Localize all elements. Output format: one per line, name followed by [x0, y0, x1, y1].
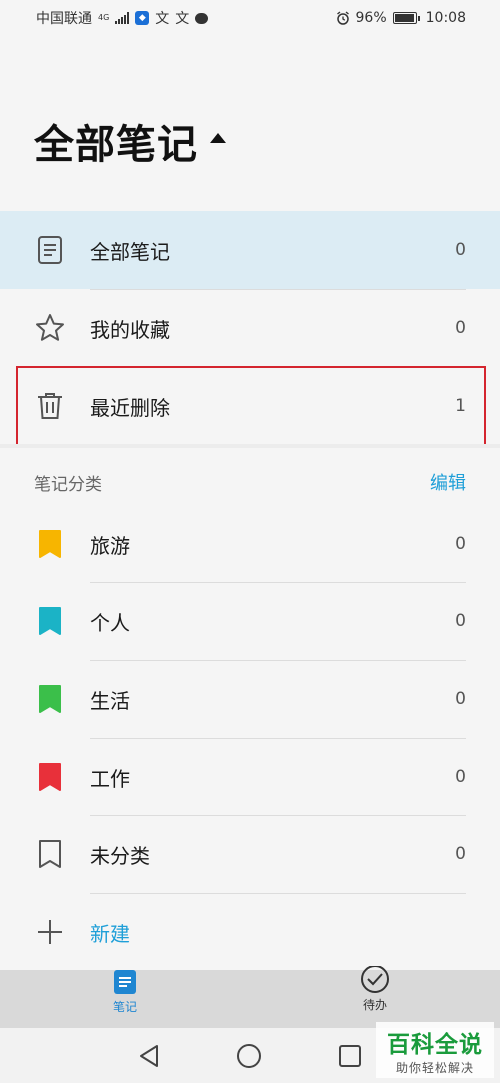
section-separator	[0, 444, 500, 448]
new-category-button[interactable]: 新建	[0, 893, 500, 971]
section-title: 笔记分类	[34, 475, 102, 495]
category-count: 0	[455, 767, 466, 787]
new-category-label: 新建	[90, 921, 130, 946]
category-item-work[interactable]: 工作 0	[0, 738, 500, 816]
battery-percent: 96%	[355, 10, 387, 26]
category-count: 0	[455, 534, 466, 554]
status-bar: 中国联通 4G ◆ 文 文 96% 10:08	[0, 0, 500, 36]
bookmark-yellow-icon	[34, 528, 66, 560]
back-icon[interactable]	[138, 1044, 160, 1068]
ime-icon: 文	[175, 11, 190, 27]
network-type-label: 4G	[98, 13, 110, 22]
watermark-subtitle: 助你轻松解决	[395, 1060, 474, 1075]
status-bar-left: 中国联通 4G ◆ 文 文	[36, 8, 209, 28]
tab-label: 笔记	[112, 1000, 137, 1014]
note-document-icon	[34, 234, 66, 266]
recents-icon[interactable]	[338, 1044, 362, 1068]
notes-tab-icon	[114, 970, 136, 994]
plus-icon	[34, 916, 66, 948]
category-label: 个人	[90, 610, 130, 635]
list-item-count: 0	[455, 318, 466, 338]
category-count: 0	[455, 844, 466, 864]
list-item-count: 0	[455, 240, 466, 260]
home-icon[interactable]	[236, 1043, 262, 1069]
caret-up-icon	[210, 133, 226, 143]
shield-app-icon: ◆	[135, 11, 150, 25]
category-count: 0	[455, 611, 466, 631]
signal-icon	[115, 12, 130, 24]
star-icon	[34, 312, 66, 344]
todo-check-icon	[361, 966, 389, 993]
bottom-tab-bar: 笔记 待办	[0, 966, 500, 1028]
category-item-personal[interactable]: 个人 0	[0, 582, 500, 660]
edit-categories-button[interactable]: 编辑	[430, 469, 466, 495]
category-item-uncategorized[interactable]: 未分类 0	[0, 815, 500, 893]
list-item-label: 我的收藏	[90, 317, 170, 342]
category-count: 0	[455, 689, 466, 709]
bookmark-red-icon	[34, 761, 66, 793]
tab-notes[interactable]: 笔记	[0, 970, 250, 1028]
category-label: 未分类	[90, 843, 150, 868]
list-item-label: 全部笔记	[90, 239, 170, 264]
category-label: 工作	[90, 766, 130, 791]
battery-icon	[392, 12, 420, 24]
watermark-logo: 百科全说 助你轻松解决	[376, 1022, 494, 1078]
clock: 10:08	[425, 10, 466, 26]
category-label: 旅游	[90, 533, 130, 558]
title-dropdown[interactable]: 全部笔记	[34, 112, 226, 170]
list-item-all-notes[interactable]: 全部笔记 0	[0, 211, 500, 289]
highlight-annotation-box	[16, 366, 486, 447]
bookmark-green-icon	[34, 683, 66, 715]
status-bar-right: 96% 10:08	[336, 10, 466, 26]
carrier-label: 中国联通	[36, 11, 92, 27]
category-item-travel[interactable]: 旅游 0	[0, 505, 500, 583]
bookmark-outline-icon	[34, 838, 66, 870]
category-item-life[interactable]: 生活 0	[0, 660, 500, 738]
chat-bubble-icon	[195, 12, 209, 24]
alarm-icon	[336, 11, 349, 25]
category-label: 生活	[90, 688, 130, 713]
bookmark-teal-icon	[34, 605, 66, 637]
ime-icon: 文	[155, 11, 170, 27]
categories-header: 笔记分类 编辑	[0, 460, 500, 500]
watermark-title: 百科全说	[387, 1031, 483, 1058]
page-title: 全部笔记	[34, 122, 198, 168]
tab-label: 待办	[362, 998, 387, 1012]
tab-todo[interactable]: 待办	[250, 966, 500, 1028]
list-item-favorites[interactable]: 我的收藏 0	[0, 289, 500, 367]
